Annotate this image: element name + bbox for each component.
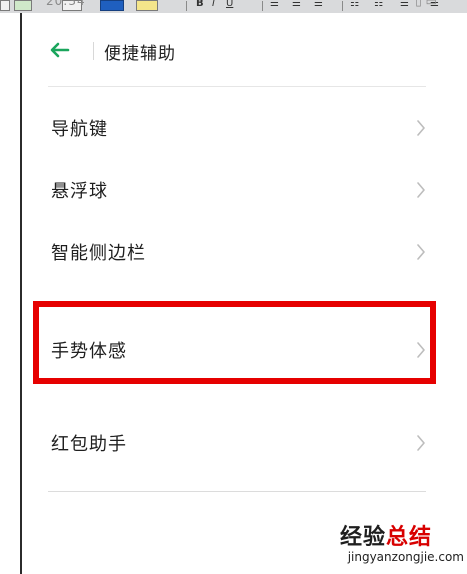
page-header: 便捷辅助 (22, 30, 467, 74)
menu-item-label: 导航键 (51, 119, 108, 140)
menu-item-red-packet-assistant[interactable]: 红包助手 (48, 418, 426, 468)
watermark-title: 经验总结 (340, 519, 432, 551)
menu-item-smart-sidebar[interactable]: 智能侧边栏 (48, 227, 426, 277)
toolbar-icon[interactable] (0, 0, 10, 11)
menu-item-navigation-keys[interactable]: 导航键 (48, 103, 426, 153)
back-button[interactable] (48, 38, 72, 62)
chevron-right-icon (417, 435, 425, 451)
watermark-url: jingyanzongjie.com (347, 550, 464, 564)
page-title: 便捷辅助 (104, 44, 176, 64)
menu-item-label: 红包助手 (51, 434, 127, 455)
watermark-title-part1: 经验 (339, 525, 386, 550)
menu-item-floating-ball[interactable]: 悬浮球 (48, 165, 426, 215)
chevron-right-icon (417, 244, 425, 260)
watermark-title-part2: 总结 (385, 525, 432, 550)
divider (48, 86, 426, 87)
document-margin (0, 13, 21, 574)
menu-item-label: 智能侧边栏 (51, 243, 146, 264)
watermark: 经验总结 jingyanzongjie.com (318, 519, 467, 574)
back-arrow-icon (50, 42, 70, 58)
chevron-right-icon (417, 120, 425, 136)
status-bar: 20:34 ▯ ▭ (22, 0, 467, 13)
divider (48, 491, 426, 492)
status-time: 20:34 (46, 0, 86, 8)
chevron-right-icon (417, 182, 425, 198)
menu-item-label: 悬浮球 (51, 181, 108, 202)
red-highlight-box (33, 301, 436, 384)
status-icons: ▯ ▭ (415, 0, 437, 8)
header-divider (93, 42, 94, 60)
phone-screen (22, 13, 467, 574)
